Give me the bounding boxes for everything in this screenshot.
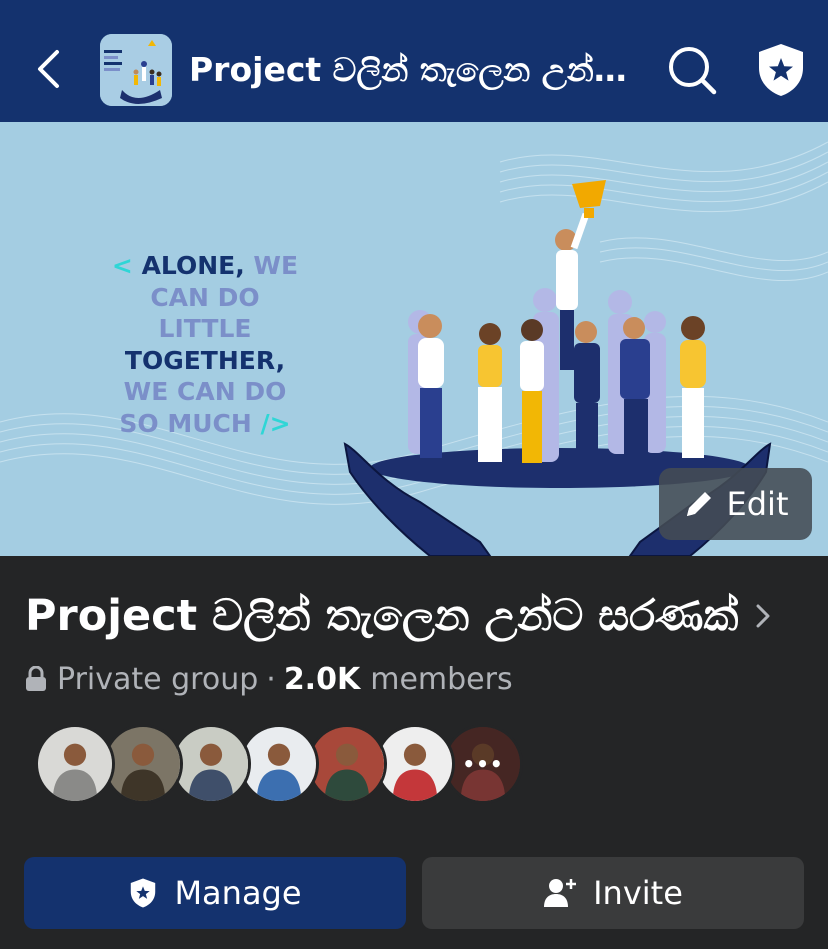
cover-photo[interactable]: < ALONE, WE CAN DO LITTLE TOGETHER, WE CAN D…: [0, 122, 828, 556]
edit-cover-button[interactable]: Edit: [659, 468, 812, 540]
member-avatar[interactable]: [375, 724, 455, 804]
add-person-icon: [544, 879, 577, 907]
member-avatar[interactable]: [239, 724, 319, 804]
avatar-photo: [38, 727, 112, 801]
shield-star-icon: [759, 44, 803, 96]
quote-line: SO MUCH />: [110, 408, 300, 440]
header-title[interactable]: Project වලින් තැලෙන උන්ට ස...: [189, 40, 629, 100]
avatar-photo: [310, 727, 384, 801]
member-avatar[interactable]: [103, 724, 183, 804]
quote-fragment: WE: [253, 251, 299, 280]
avatar-photo: [378, 727, 452, 801]
quote-line: WE CAN DO: [110, 376, 300, 408]
quote-fragment: ALONE,: [141, 251, 254, 280]
search-button[interactable]: [666, 44, 718, 96]
search-icon: [669, 47, 717, 95]
manage-button[interactable]: Manage: [24, 857, 406, 929]
admin-tools-button[interactable]: [754, 42, 808, 98]
pencil-icon: [686, 492, 711, 516]
invite-button[interactable]: Invite: [422, 857, 804, 929]
top-bar: Project වලින් තැලෙන උන්ට ස...: [0, 0, 828, 122]
member-avatar[interactable]: [307, 724, 387, 804]
privacy-label: Private group: [57, 661, 259, 697]
lock-icon: [26, 666, 46, 691]
back-button[interactable]: [28, 44, 68, 94]
chevron-right-icon: [756, 604, 770, 628]
quote-fragment: TOGETHER,: [124, 345, 286, 375]
edit-label: Edit: [726, 485, 789, 523]
avatar-photo: [174, 727, 248, 801]
avatar-photo: [106, 727, 180, 801]
quote-line: LITTLE: [110, 313, 300, 345]
quote-fragment: WE CAN DO: [123, 377, 287, 406]
shield-star-icon: [131, 878, 156, 908]
quote-fragment: CAN DO: [150, 282, 260, 312]
quote-fragment: SO MUCH: [119, 408, 261, 438]
group-thumbnail-image: [100, 34, 172, 106]
chevron-left-icon: [38, 50, 59, 88]
member-avatar[interactable]: [35, 724, 115, 804]
cover-quote: < ALONE, WE CAN DO LITTLE TOGETHER, WE CAN D…: [110, 250, 300, 439]
quote-line: TOGETHER,: [110, 345, 300, 377]
quote-fragment: LITTLE: [158, 314, 252, 343]
quote-fragment: <: [111, 251, 142, 280]
quote-line: CAN DO: [110, 282, 300, 314]
more-members-icon: •••: [462, 752, 504, 776]
member-avatar[interactable]: [171, 724, 251, 804]
manage-label: Manage: [174, 874, 302, 912]
quote-fragment: />: [260, 408, 291, 438]
group-thumbnail[interactable]: [100, 34, 172, 106]
separator-dot: ·: [266, 661, 276, 697]
members-label[interactable]: members: [370, 662, 512, 697]
group-name: Project වලින් තැලෙන උන්ට සරණක්: [25, 591, 739, 641]
avatar-photo: [242, 727, 316, 801]
more-members-avatar[interactable]: •••: [443, 724, 523, 804]
group-meta: Private group · 2.0K members: [25, 656, 513, 702]
group-name-link[interactable]: Project වලින් තැලෙන උන්ට සරණක්: [25, 584, 805, 648]
invite-label: Invite: [593, 874, 683, 912]
member-count[interactable]: 2.0K: [284, 662, 360, 697]
quote-line: < ALONE, WE: [110, 250, 300, 282]
